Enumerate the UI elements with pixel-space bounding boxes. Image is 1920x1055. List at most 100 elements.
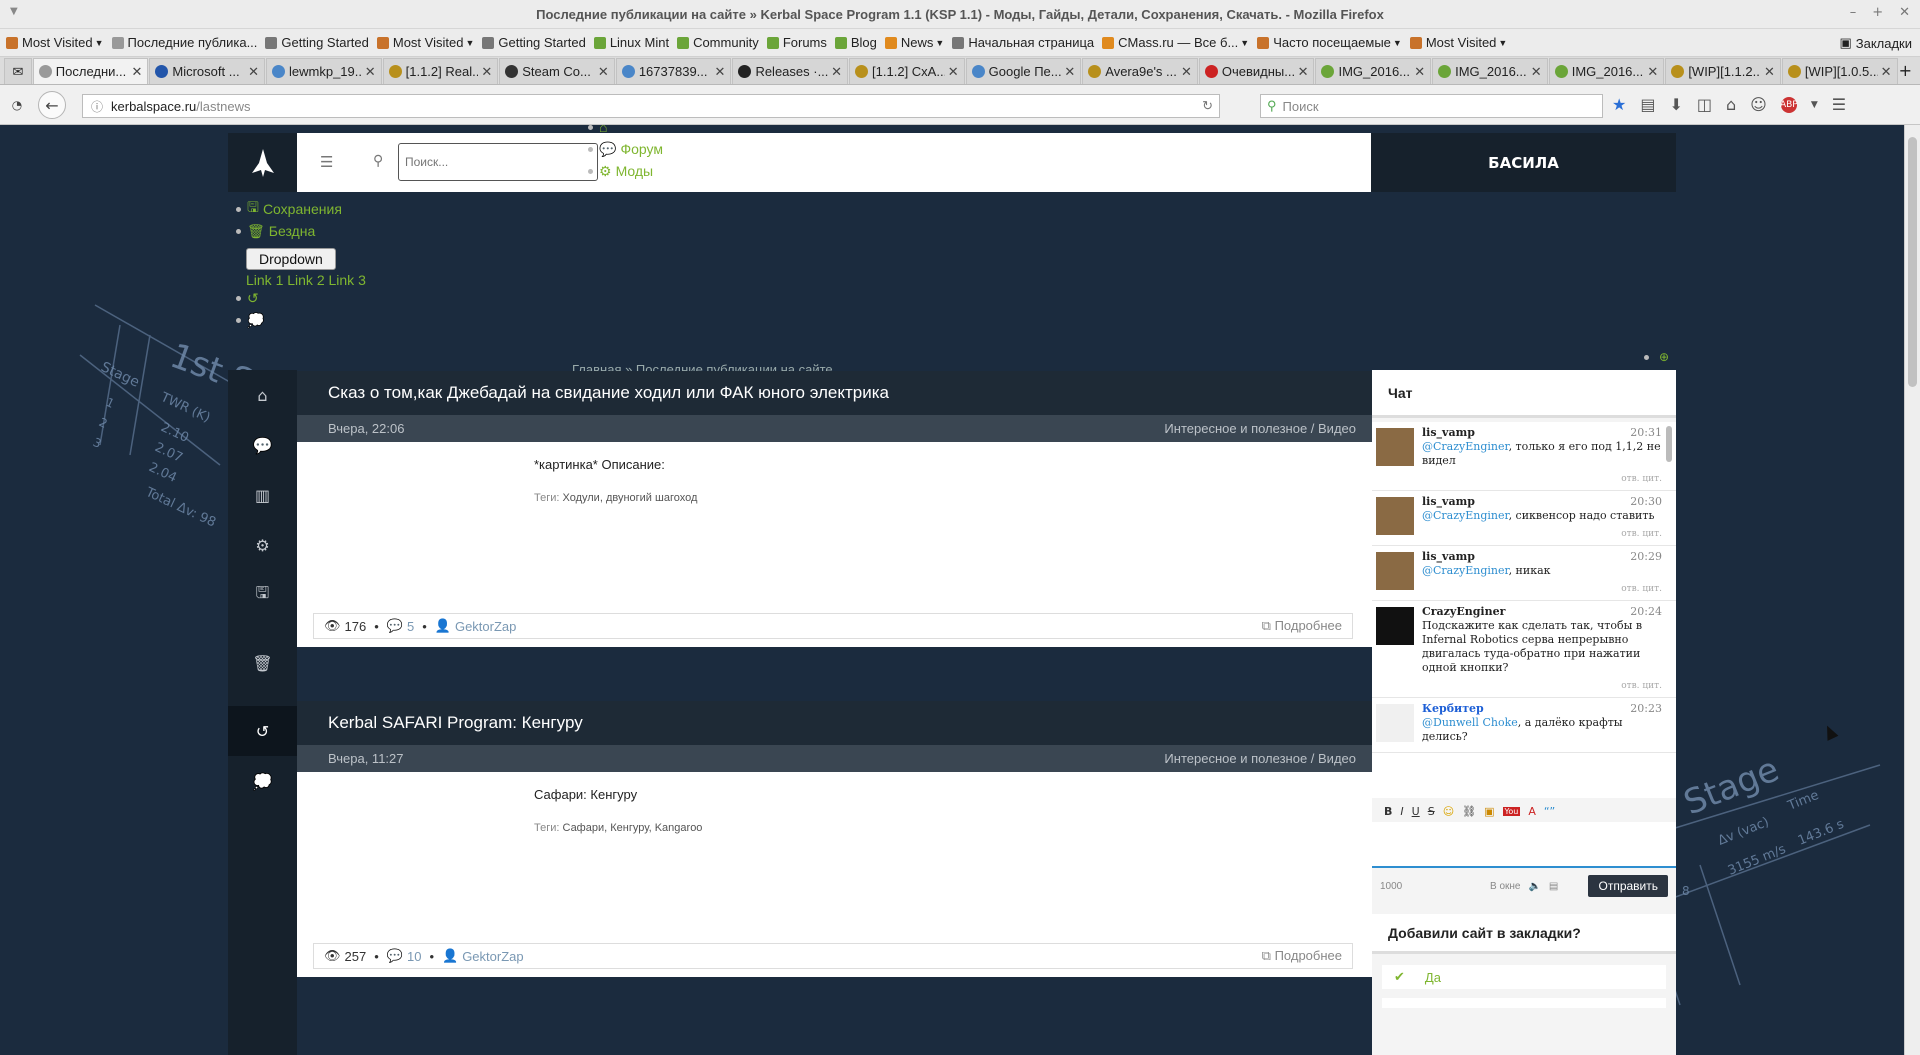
history-list-icon[interactable]: ▤ (1549, 881, 1558, 892)
nav-chat[interactable]: 💭 (236, 309, 264, 331)
chat-mention[interactable]: @CrazyEnginer (1422, 440, 1509, 453)
mute-icon[interactable]: 🔈 (1528, 881, 1540, 892)
comments-count[interactable]: 10 (407, 949, 421, 964)
chat-actions[interactable]: отв. цит. (1422, 472, 1662, 486)
new-tab-icon[interactable]: + (1899, 61, 1912, 80)
dropdown-button[interactable]: Dropdown (246, 248, 336, 270)
tab-close-icon[interactable]: ✕ (481, 64, 492, 80)
read-more-link[interactable]: ⧉ Подробнее (1262, 618, 1342, 634)
close-icon[interactable]: ✕ (1899, 5, 1910, 20)
reload-icon[interactable]: ↻ (1202, 98, 1213, 114)
sidebar-history-icon[interactable]: ↺ (228, 706, 297, 756)
post-category[interactable]: Интересное и полезное / Видео (1164, 421, 1356, 436)
browser-tab[interactable]: Очевидны... ✕ (1198, 58, 1315, 84)
poll-option[interactable]: ✔ Да (1382, 965, 1666, 989)
site-search-icon[interactable]: ⚲ (373, 153, 383, 169)
avatar[interactable] (1376, 704, 1414, 742)
hamburger-menu-icon[interactable]: ☰ (1832, 95, 1846, 114)
avatar[interactable] (1376, 607, 1414, 645)
post-category[interactable]: Интересное и полезное / Видео (1164, 751, 1356, 766)
bookmark-item[interactable]: Community (677, 35, 759, 50)
post-title[interactable]: Kerbal SAFARI Program: Кенгуру (297, 701, 1372, 745)
chat-actions[interactable]: отв. цит. (1422, 527, 1662, 541)
tab-close-icon[interactable]: ✕ (1064, 64, 1075, 80)
back-button[interactable]: ← (38, 91, 66, 119)
quote-icon[interactable]: “” (1544, 805, 1555, 818)
browser-tab[interactable]: Avera9e's ... ✕ (1082, 58, 1198, 84)
maximize-icon[interactable]: + (1872, 5, 1883, 20)
sidebar-home-icon[interactable]: ⌂ (228, 370, 297, 420)
menu-list-icon[interactable]: ☰ (320, 153, 333, 171)
add-icon[interactable]: ⊕ (1659, 350, 1669, 364)
tags-value[interactable]: Сафари, Кенгуру, Kangaroo (563, 822, 703, 834)
bookmark-item[interactable]: Most Visited ▼ (1409, 35, 1507, 50)
site-logo-icon[interactable] (228, 133, 297, 192)
tab-close-icon[interactable]: ✕ (1881, 64, 1892, 80)
bookmark-item[interactable]: Linux Mint (593, 35, 669, 50)
nav-saves[interactable]: 🖫 Сохранения (236, 198, 342, 220)
info-icon[interactable]: ⓘ (91, 98, 103, 115)
avatar[interactable] (1376, 552, 1414, 590)
bookmark-item[interactable]: CMass.ru — Все б... ▼ (1102, 35, 1249, 50)
youtube-icon[interactable]: You (1502, 806, 1521, 816)
search-engine-icon[interactable]: ⚲ (1267, 98, 1277, 114)
tab-close-icon[interactable]: ✕ (248, 64, 259, 80)
bookmark-star-icon[interactable]: ★ (1612, 95, 1626, 114)
nav-history[interactable]: ↺ (236, 287, 264, 309)
comments-count[interactable]: 5 (407, 619, 414, 634)
bookmark-item[interactable]: Blog (834, 35, 877, 50)
browser-tab[interactable]: Последни... ✕ (32, 58, 149, 84)
underline-icon[interactable]: U (1412, 805, 1420, 818)
bookmark-item[interactable]: News ▼ (884, 35, 944, 50)
sidebar-saves-icon[interactable]: 🖫 (228, 570, 297, 620)
read-more-link[interactable]: ⧉ Подробнее (1262, 948, 1342, 964)
adblock-dropdown-icon[interactable]: ▼ (1811, 100, 1818, 110)
in-window-label[interactable]: В окне (1490, 881, 1520, 892)
browser-tab[interactable]: Google Пе... ✕ (965, 58, 1082, 84)
bookmark-item[interactable]: Начальная страница (952, 35, 1094, 50)
strike-icon[interactable]: S (1428, 805, 1435, 818)
chat-icon[interactable]: ☺ (1750, 95, 1767, 114)
nav-forum[interactable]: 💬 Форум (588, 138, 663, 160)
tags-value[interactable]: Ходули, двуногий шагоход (563, 492, 698, 504)
browser-tab[interactable]: IMG_2016... ✕ (1432, 58, 1548, 84)
browser-search-input[interactable]: ⚲ Поиск (1260, 94, 1603, 118)
chat-input[interactable] (1372, 822, 1676, 868)
bookmark-item[interactable]: Последние публика... (111, 35, 257, 50)
window-menu-icon[interactable]: ▼ (10, 6, 18, 17)
scroll-thumb[interactable] (1908, 137, 1917, 387)
tab-close-icon[interactable]: ✕ (1181, 64, 1192, 80)
site-search-input[interactable] (398, 143, 598, 181)
bookmark-item[interactable]: Most Visited ▼ (376, 35, 474, 50)
link-icon[interactable]: ⛓ (1462, 805, 1476, 818)
tab-close-icon[interactable]: ✕ (1764, 64, 1775, 80)
chat-mention[interactable]: @CrazyEnginer (1422, 509, 1509, 522)
chat-author[interactable]: lis_vamp (1422, 495, 1662, 509)
tab-close-icon[interactable]: ✕ (1531, 64, 1542, 80)
chat-author[interactable]: lis_vamp (1422, 550, 1662, 564)
chat-author[interactable]: lis_vamp (1422, 426, 1662, 440)
tab-close-icon[interactable]: ✕ (715, 64, 726, 80)
browser-tab[interactable]: lewmkp_19... ✕ (266, 58, 382, 84)
bookmark-item[interactable]: Most Visited ▼ (6, 35, 104, 50)
minimize-icon[interactable]: – (1850, 5, 1857, 20)
url-bar[interactable]: ⓘ kerbalspace.ru/lastnews ↻ (82, 94, 1220, 118)
browser-tab[interactable]: IMG_2016... ✕ (1548, 58, 1665, 84)
nav-abyss[interactable]: 🗑 Бездна (236, 220, 342, 242)
history-icon[interactable]: ◔ (6, 91, 28, 119)
browser-tab[interactable]: IMG_2016... ✕ (1315, 58, 1432, 84)
italic-icon[interactable]: I (1400, 805, 1403, 818)
chat-mention[interactable]: @Dunwell Choke (1422, 716, 1518, 729)
post-title[interactable]: Сказ о том,как Джебадай на свидание ходи… (297, 371, 1372, 415)
adblock-icon[interactable]: ABP (1780, 96, 1798, 113)
tab-close-icon[interactable]: ✕ (131, 64, 142, 80)
poll-option-partial[interactable] (1382, 998, 1666, 1008)
author-link[interactable]: GektorZap (462, 949, 523, 964)
pinned-tab-mail[interactable]: ✉ (4, 58, 32, 84)
bookmark-item[interactable]: Getting Started (482, 35, 586, 50)
smiley-icon[interactable]: ☺ (1443, 805, 1454, 818)
browser-tab[interactable]: Microsoft ... ✕ (149, 58, 265, 84)
sidebar-trash-icon[interactable]: 🗑 (228, 638, 297, 688)
sidebar-chat-icon[interactable]: 💭 (228, 756, 297, 806)
browser-tab[interactable]: [WIP][1.1.2... ✕ (1665, 58, 1781, 84)
